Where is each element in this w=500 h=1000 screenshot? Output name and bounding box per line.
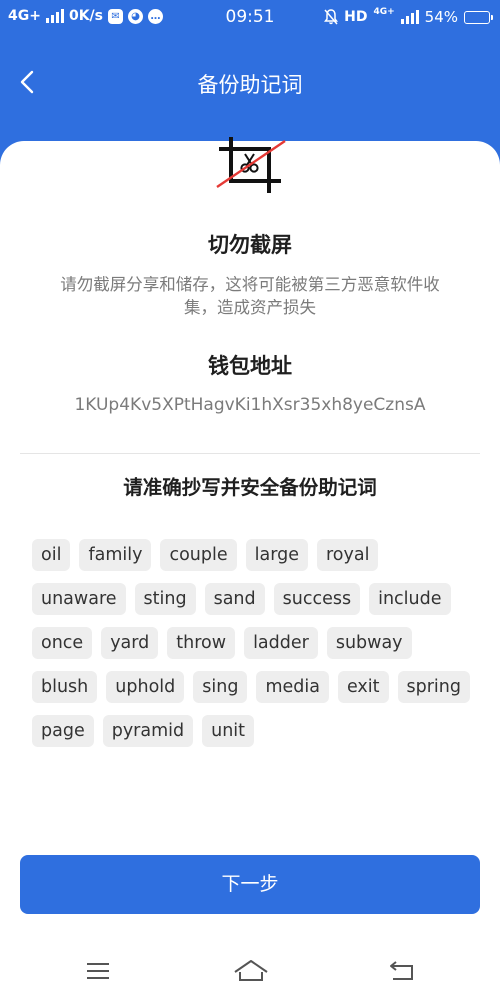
mnemonic-word[interactable]: oil	[32, 539, 71, 571]
status-bar: 4G+ 0K/s ✉ ◕ … 09:51 HD 4G+ 54%	[0, 0, 500, 36]
nav-back-button[interactable]	[387, 958, 417, 984]
mnemonic-word[interactable]: uphold	[106, 671, 185, 703]
hd-label: HD	[344, 9, 368, 25]
warning-text: 请勿截屏分享和储存，这将可能被第三方恶意软件收集，造成资产损失	[60, 275, 440, 317]
mnemonic-title: 请准确抄写并安全备份助记词	[123, 476, 377, 499]
mnemonic-word[interactable]: spring	[397, 671, 470, 703]
mnemonic-word[interactable]: pyramid	[102, 715, 194, 747]
status-right: HD 4G+ 54%	[324, 7, 493, 26]
system-nav-bar	[0, 946, 500, 1000]
mnemonic-word[interactable]: throw	[167, 627, 236, 659]
warning-title: 切勿截屏	[208, 233, 292, 257]
mnemonic-word[interactable]: page	[32, 715, 94, 747]
net-type-label: 4G+	[373, 7, 395, 17]
home-icon	[234, 960, 268, 981]
mnemonic-word-list: oil family couple large royal unaware st…	[32, 539, 472, 747]
mnemonic-word[interactable]: sting	[134, 583, 196, 615]
mnemonic-word[interactable]: couple	[160, 539, 237, 571]
mnemonic-word[interactable]: include	[369, 583, 451, 615]
back-icon	[390, 961, 413, 980]
mnemonic-word[interactable]: once	[32, 627, 93, 659]
mnemonic-word[interactable]: family	[79, 539, 152, 571]
menu-icon	[87, 963, 109, 979]
nav-home-button[interactable]	[233, 958, 269, 984]
signal-icon-2	[400, 10, 419, 24]
nav-menu-button[interactable]	[83, 958, 113, 984]
mnemonic-word[interactable]: royal	[316, 539, 379, 571]
app-header: 备份助记词	[0, 36, 500, 136]
divider	[20, 453, 480, 454]
battery-percent: 54%	[424, 8, 458, 26]
page-title: 备份助记词	[197, 73, 303, 97]
mnemonic-word[interactable]: unit	[202, 715, 255, 747]
mnemonic-word[interactable]: large	[245, 539, 308, 571]
mnemonic-word[interactable]: yard	[101, 627, 159, 659]
mute-icon	[324, 9, 339, 25]
mnemonic-word[interactable]: exit	[337, 671, 389, 703]
mnemonic-word[interactable]: ladder	[244, 627, 318, 659]
mnemonic-word[interactable]: blush	[32, 671, 98, 703]
mnemonic-word[interactable]: media	[256, 671, 329, 703]
mnemonic-word[interactable]: unaware	[32, 583, 126, 615]
backup-card: 切勿截屏 请勿截屏分享和储存，这将可能被第三方恶意软件收集，造成资产损失 钱包地…	[0, 137, 500, 1000]
battery-icon	[464, 10, 493, 24]
no-screenshot-icon	[216, 137, 286, 193]
wallet-address: 1KUp4Kv5XPtHagvKi1hXsr35xh8yeCznsA	[74, 395, 426, 415]
mnemonic-word[interactable]: sing	[193, 671, 248, 703]
mnemonic-word[interactable]: sand	[204, 583, 265, 615]
mnemonic-word[interactable]: subway	[326, 627, 412, 659]
mnemonic-word[interactable]: success	[273, 583, 361, 615]
next-button[interactable]: 下一步	[20, 855, 480, 914]
wallet-address-title: 钱包地址	[208, 354, 292, 378]
